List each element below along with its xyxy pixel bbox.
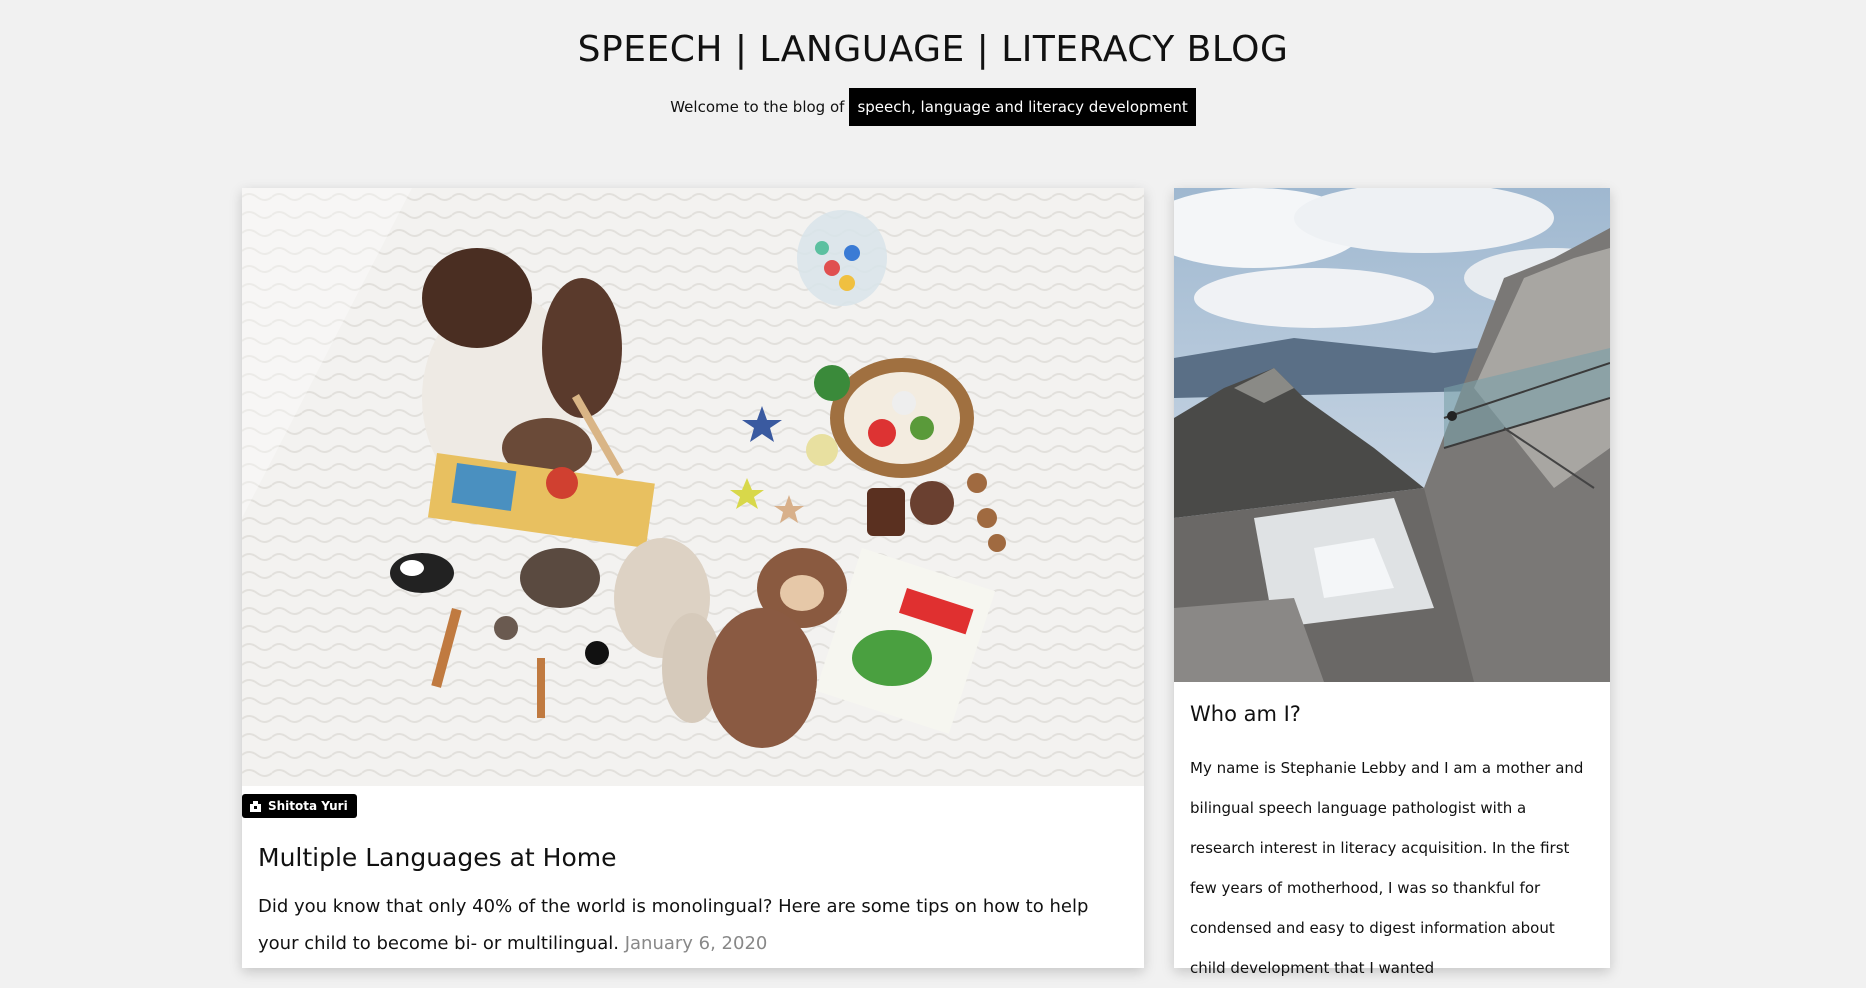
main-content: Shitota Yuri Multiple Languages at Home …: [242, 188, 1610, 977]
post-card[interactable]: Shitota Yuri Multiple Languages at Home …: [242, 188, 1144, 968]
site-title[interactable]: SPEECH | LANGUAGE | LITERACY BLOG: [0, 28, 1866, 72]
site-header: SPEECH | LANGUAGE | LITERACY BLOG Welcom…: [0, 0, 1866, 126]
post-photo-illustration: [242, 188, 1144, 786]
mountain-photo-illustration: [1174, 188, 1610, 682]
about-card: Who am I? My name is Stephanie Lebby and…: [1174, 188, 1610, 977]
about-title: Who am I?: [1190, 702, 1301, 726]
post-date: January 6, 2020: [624, 933, 768, 954]
about-text: My name is Stephanie Lebby and I am a mo…: [1190, 759, 1584, 977]
tagline-highlight: speech, language and literacy developmen…: [849, 88, 1196, 126]
tagline: Welcome to the blog of speech, language …: [0, 88, 1866, 126]
post-body: Multiple Languages at Home Did you know …: [242, 786, 1144, 962]
tagline-prefix: Welcome to the blog of: [670, 98, 845, 116]
photo-credit-badge[interactable]: Shitota Yuri: [242, 794, 357, 818]
camera-icon: [250, 800, 261, 812]
photo-credit-name: Shitota Yuri: [268, 799, 348, 813]
post-title[interactable]: Multiple Languages at Home: [258, 841, 1128, 875]
post-excerpt: Did you know that only 40% of the world …: [258, 888, 1128, 962]
about-body: Who am I? My name is Stephanie Lebby and…: [1174, 682, 1610, 988]
about-image: [1174, 188, 1610, 682]
post-image[interactable]: [242, 188, 1144, 786]
